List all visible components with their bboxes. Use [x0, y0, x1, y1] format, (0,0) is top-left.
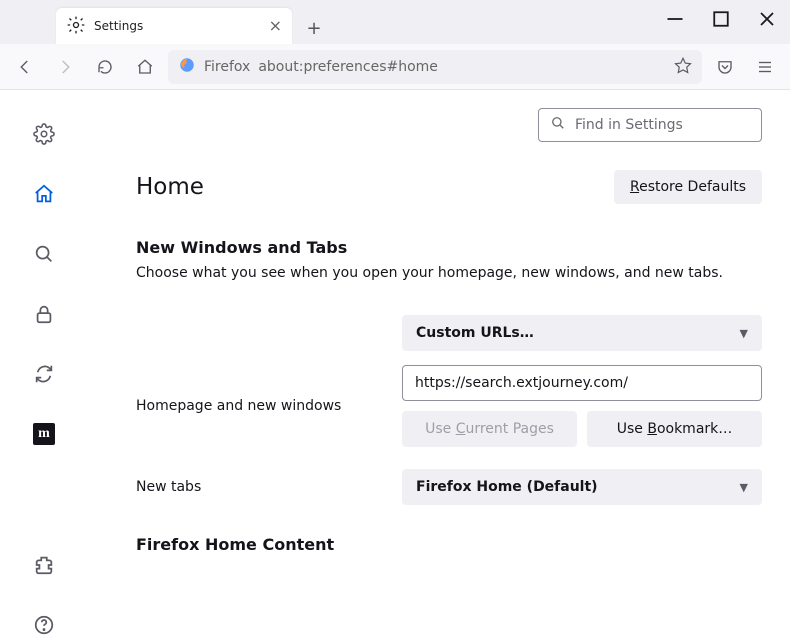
save-to-pocket-button[interactable] — [708, 50, 742, 84]
page-title: Home — [136, 174, 204, 200]
sidebar-item-extensions[interactable] — [26, 547, 62, 583]
section-desc: Choose what you see when you open your h… — [136, 265, 762, 281]
sidebar-item-general[interactable] — [26, 116, 62, 152]
sidebar-item-home[interactable] — [26, 176, 62, 212]
app-menu-button[interactable] — [748, 50, 782, 84]
homepage-url-input[interactable] — [402, 365, 762, 401]
homepage-label: Homepage and new windows — [136, 398, 402, 414]
url-bar[interactable]: Firefox about:preferences#home — [168, 50, 702, 84]
select-value: Firefox Home (Default) — [416, 479, 598, 495]
use-bookmark-button[interactable]: Use Bookmark… — [587, 411, 762, 447]
find-placeholder: Find in Settings — [575, 117, 683, 133]
gear-icon — [66, 15, 86, 38]
forward-button[interactable] — [48, 50, 82, 84]
url-text: about:preferences#home — [258, 59, 438, 75]
section-heading: New Windows and Tabs — [136, 238, 762, 257]
newtabs-mode-select[interactable]: Firefox Home (Default) ▼ — [402, 469, 762, 505]
new-tab-button[interactable]: + — [298, 12, 330, 44]
home-button[interactable] — [128, 50, 162, 84]
reload-button[interactable] — [88, 50, 122, 84]
find-in-settings-input[interactable]: Find in Settings — [538, 108, 762, 142]
search-icon — [549, 114, 567, 136]
newtabs-label: New tabs — [136, 479, 402, 495]
settings-main: Find in Settings Home Restore Defaults N… — [88, 90, 790, 643]
sidebar-item-sync[interactable] — [26, 356, 62, 392]
chevron-down-icon: ▼ — [740, 327, 748, 340]
toolbar: Firefox about:preferences#home — [0, 44, 790, 90]
close-button[interactable] — [744, 0, 790, 38]
identity-label: Firefox — [204, 59, 250, 75]
homepage-mode-select[interactable]: Custom URLs… ▼ — [402, 315, 762, 351]
tab-settings[interactable]: Settings × — [56, 8, 292, 44]
sidebar-item-help[interactable] — [26, 607, 62, 643]
bookmark-star-icon[interactable] — [674, 56, 692, 78]
section-heading: Firefox Home Content — [136, 535, 762, 554]
minimize-button[interactable] — [652, 0, 698, 38]
chevron-down-icon: ▼ — [740, 481, 748, 494]
select-value: Custom URLs… — [416, 325, 534, 341]
sidebar-item-search[interactable] — [26, 236, 62, 272]
sidebar-item-more-mozilla[interactable]: m — [26, 416, 62, 452]
maximize-button[interactable] — [698, 0, 744, 38]
restore-defaults-button[interactable]: Restore Defaults — [614, 170, 762, 204]
sidebar-item-privacy[interactable] — [26, 296, 62, 332]
mozilla-icon: m — [33, 423, 55, 445]
back-button[interactable] — [8, 50, 42, 84]
settings-sidebar: m — [0, 90, 88, 643]
close-tab-icon[interactable]: × — [269, 18, 282, 34]
firefox-icon — [178, 56, 196, 78]
use-current-pages-button[interactable]: Use Current Pages — [402, 411, 577, 447]
tab-label: Settings — [94, 19, 143, 33]
